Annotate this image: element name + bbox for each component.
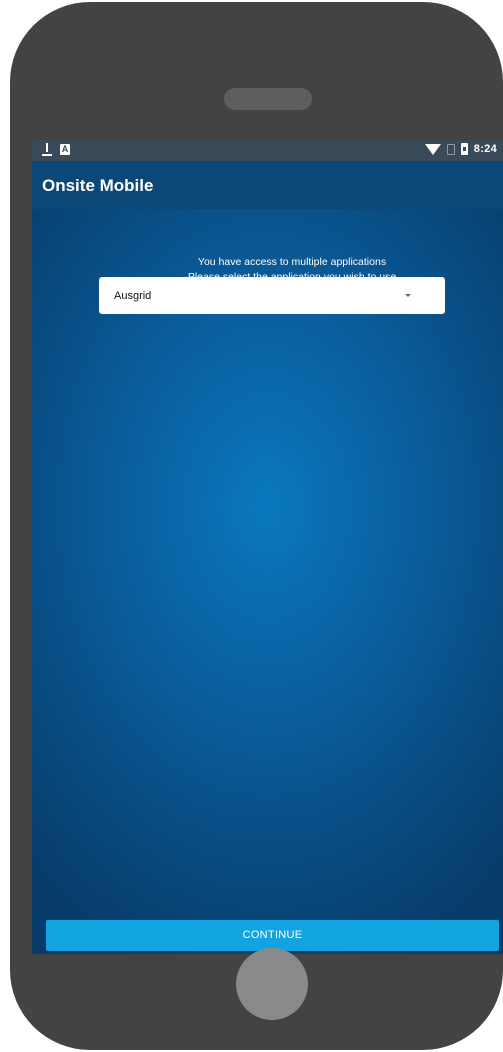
status-clock: 8:24 [473, 143, 497, 155]
application-select[interactable]: Ausgrid [99, 277, 445, 314]
no-sim-icon [446, 143, 455, 155]
battery-icon [460, 143, 468, 155]
chevron-down-icon [405, 294, 411, 297]
download-icon [42, 143, 52, 156]
app-bar: Onsite Mobile [32, 161, 503, 209]
continue-button[interactable]: CONTINUE [46, 920, 499, 951]
status-bar-right: 8:24 [424, 143, 497, 155]
app-title: Onsite Mobile [42, 176, 154, 195]
status-bar-left: A [42, 143, 70, 156]
instruction-line-1: You have access to multiple applications [197, 256, 387, 268]
home-button[interactable] [236, 948, 308, 1020]
application-select-value: Ausgrid [114, 290, 152, 302]
status-bar: A 8:24 [32, 140, 503, 161]
device-speaker [224, 88, 312, 110]
app-screen: A 8:24 Onsite Mobile You have access to … [32, 140, 503, 954]
wifi-icon [424, 143, 441, 155]
a-notification-icon: A [60, 144, 70, 155]
device-frame: A 8:24 Onsite Mobile You have access to … [10, 2, 503, 1050]
